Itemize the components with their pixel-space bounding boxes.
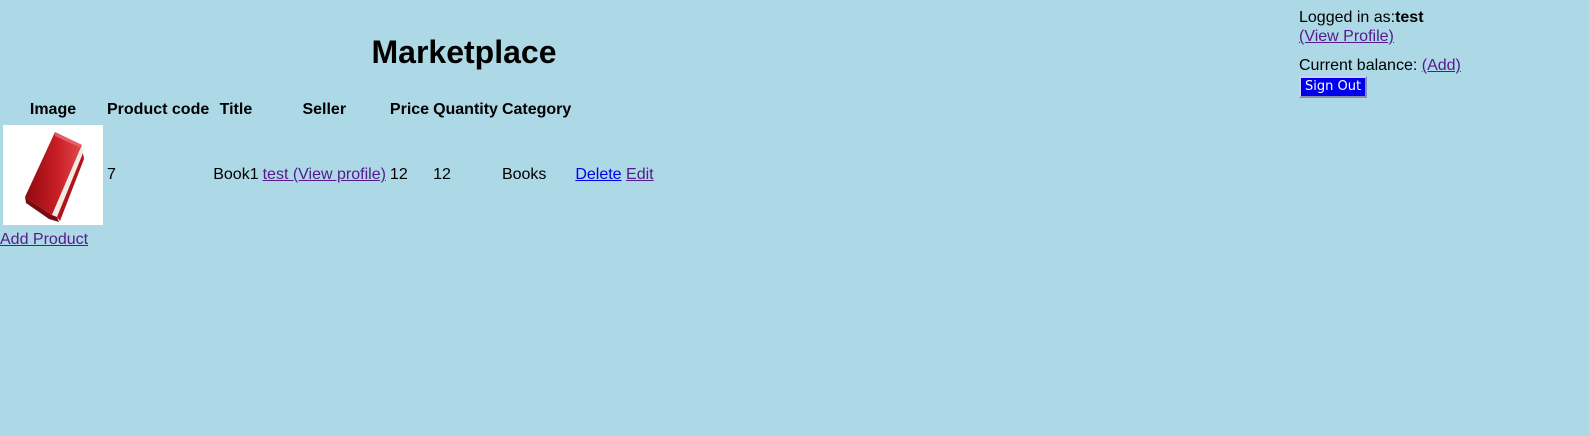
logged-in-label: Logged in as:	[1299, 9, 1396, 26]
balance-label: Current balance:	[1299, 57, 1418, 74]
product-code-cell: 7	[107, 166, 116, 183]
view-profile-row: (View Profile)	[1299, 27, 1461, 46]
row-actions-cell: Delete Edit	[574, 124, 654, 226]
table-header-row: Image Product code Title Seller Price Qu…	[2, 98, 655, 122]
column-header-price: Price	[389, 101, 430, 118]
price-cell: 12	[389, 166, 408, 183]
product-image-cell	[2, 124, 104, 226]
page-title: Marketplace	[371, 34, 557, 70]
user-panel: Logged in as:test (View Profile) Current…	[1299, 8, 1461, 98]
red-book-icon	[3, 125, 103, 225]
logged-in-row: Logged in as:test	[1299, 8, 1461, 27]
column-header-category: Category	[501, 101, 572, 118]
edit-link[interactable]: Edit	[626, 166, 654, 183]
add-balance-link[interactable]: (Add)	[1422, 57, 1461, 74]
seller-profile-link[interactable]: test (View profile)	[263, 166, 386, 183]
sign-out-button[interactable]: Sign Out	[1299, 76, 1368, 98]
delete-link[interactable]: Delete	[575, 166, 621, 183]
quantity-cell: 12	[433, 166, 451, 183]
view-profile-link[interactable]: (View Profile)	[1299, 28, 1394, 45]
column-header-image: Image	[29, 101, 77, 118]
category-cell: Books	[501, 166, 547, 183]
seller-cell: test (View profile)	[262, 124, 387, 226]
add-product-link[interactable]: Add Product	[0, 230, 88, 249]
signout-row: Sign Out	[1299, 75, 1461, 98]
products-table: Image Product code Title Seller Price Qu…	[0, 96, 657, 228]
table-row: 7 Book1 test (View profile) 12 12 Books …	[2, 124, 655, 226]
column-header-quantity: Quantity	[433, 101, 498, 118]
product-title-cell: Book1	[213, 166, 259, 183]
column-header-product-code: Product code	[107, 101, 210, 118]
column-header-actions	[574, 98, 654, 122]
column-header-title: Title	[219, 101, 253, 118]
username: test	[1395, 9, 1424, 26]
balance-row: Current balance: (Add)	[1299, 56, 1461, 75]
column-header-seller: Seller	[302, 101, 347, 118]
